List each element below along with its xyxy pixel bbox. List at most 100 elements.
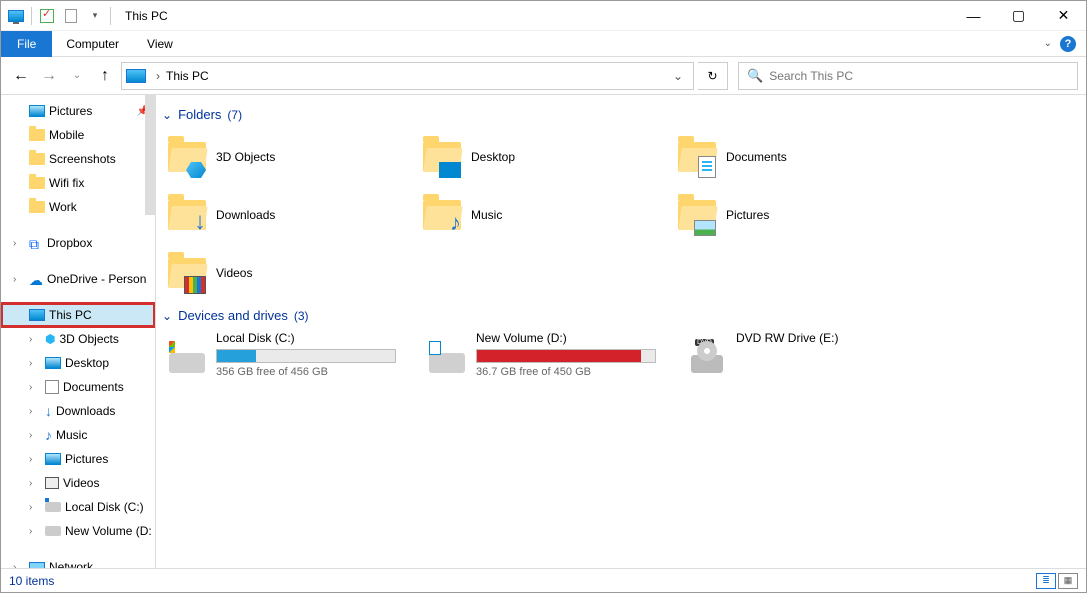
- folder-icon: [29, 177, 45, 189]
- search-input[interactable]: 🔍 Search This PC: [738, 62, 1078, 90]
- titlebar: ▾ This PC — ▢ ✕: [1, 1, 1086, 31]
- tree-item-mobile[interactable]: Mobile: [1, 123, 155, 147]
- expander-icon[interactable]: ›: [29, 358, 41, 369]
- expander-icon[interactable]: ›: [13, 562, 25, 569]
- tree-item-localdisk[interactable]: ›Local Disk (C:): [1, 495, 155, 519]
- address-bar[interactable]: › This PC ⌄: [121, 62, 694, 90]
- group-header-folders[interactable]: ⌄ Folders (7): [160, 101, 1076, 128]
- tree-item-dropbox[interactable]: ›⧉Dropbox: [1, 231, 155, 255]
- folder-item-pictures[interactable]: Pictures: [670, 186, 925, 244]
- refresh-button[interactable]: ↻: [698, 62, 728, 90]
- expander-icon[interactable]: ›: [29, 382, 41, 393]
- view-details-button[interactable]: ≣: [1036, 573, 1056, 589]
- expander-icon[interactable]: ›: [29, 430, 41, 441]
- video-icon: [184, 276, 206, 294]
- qat-properties-button[interactable]: [36, 5, 58, 27]
- qat-dropdown-button[interactable]: ▾: [84, 5, 106, 27]
- checkbox-icon: [40, 9, 54, 23]
- separator: [110, 7, 111, 25]
- expander-icon[interactable]: ›: [13, 274, 25, 285]
- close-button[interactable]: ✕: [1041, 1, 1086, 31]
- hdd-icon: [429, 353, 465, 373]
- document-icon: [45, 380, 59, 394]
- tree-item-pictures2[interactable]: ›Pictures: [1, 447, 155, 471]
- tree-item-newvolume[interactable]: ›New Volume (D:: [1, 519, 155, 543]
- hdd-icon: [169, 353, 205, 373]
- search-placeholder: Search This PC: [769, 69, 853, 83]
- expander-icon[interactable]: ›: [13, 238, 25, 249]
- video-icon: [45, 477, 59, 489]
- nav-up-button[interactable]: ↑: [93, 64, 117, 88]
- dropbox-icon: ⧉: [29, 236, 43, 250]
- 3d-icon: ⬢: [45, 332, 55, 346]
- chevron-right-icon[interactable]: ›: [150, 69, 166, 83]
- expander-icon[interactable]: ›: [29, 502, 41, 513]
- qat-new-button[interactable]: [60, 5, 82, 27]
- ribbon-tab-view[interactable]: View: [133, 31, 187, 57]
- window-title: This PC: [117, 9, 176, 23]
- tree-item-work[interactable]: Work: [1, 195, 155, 219]
- drives-grid: Local Disk (C:) 356 GB free of 456 GB Ne…: [160, 329, 1076, 380]
- folders-grid: 3D Objects Desktop Documents ↓Downloads …: [160, 128, 1076, 302]
- maximize-button[interactable]: ▢: [996, 1, 1041, 31]
- help-icon[interactable]: ?: [1060, 36, 1076, 52]
- folder-item-3dobjects[interactable]: 3D Objects: [160, 128, 415, 186]
- tree-item-videos[interactable]: ›Videos: [1, 471, 155, 495]
- expand-ribbon-button[interactable]: ⌄: [1044, 38, 1052, 49]
- tree-item-screenshots[interactable]: Screenshots: [1, 147, 155, 171]
- tree-item-pictures[interactable]: Pictures📌: [1, 99, 155, 123]
- nav-recent-dropdown[interactable]: ⌄: [65, 64, 89, 88]
- drive-item-c[interactable]: Local Disk (C:) 356 GB free of 456 GB: [160, 329, 420, 380]
- thispc-icon: [126, 69, 146, 83]
- tree-item-thispc[interactable]: ⌄This PC: [1, 303, 155, 327]
- pictures-icon: [29, 105, 45, 117]
- folder-item-music[interactable]: ♪Music: [415, 186, 670, 244]
- disk-icon: [45, 502, 61, 512]
- tree-item-onedrive[interactable]: ›☁OneDrive - Person: [1, 267, 155, 291]
- folder-item-documents[interactable]: Documents: [670, 128, 925, 186]
- minimize-button[interactable]: —: [951, 1, 996, 31]
- navigation-tree[interactable]: Pictures📌 Mobile Screenshots Wifi fix Wo…: [1, 95, 156, 568]
- folder-item-desktop[interactable]: Desktop: [415, 128, 670, 186]
- document-icon: [698, 156, 716, 178]
- expander-icon[interactable]: ›: [29, 526, 41, 537]
- drive-item-dvd[interactable]: DVD DVD RW Drive (E:): [680, 329, 940, 380]
- qat-app-icon[interactable]: [5, 5, 27, 27]
- tree-item-desktop[interactable]: ›Desktop: [1, 351, 155, 375]
- content-pane[interactable]: ⌄ Folders (7) 3D Objects Desktop Documen…: [156, 95, 1086, 568]
- drive-item-d[interactable]: New Volume (D:) 36.7 GB free of 450 GB: [420, 329, 680, 380]
- status-item-count: 10 items: [9, 574, 54, 588]
- tree-item-wififix[interactable]: Wifi fix: [1, 171, 155, 195]
- tree-item-music[interactable]: ›♪Music: [1, 423, 155, 447]
- view-large-button[interactable]: ▦: [1058, 573, 1078, 589]
- onedrive-icon: ☁: [29, 272, 43, 286]
- group-header-devices[interactable]: ⌄ Devices and drives (3): [160, 302, 1076, 329]
- music-icon: ♪: [45, 427, 52, 443]
- separator: [31, 7, 32, 25]
- address-history-dropdown[interactable]: ⌄: [667, 69, 689, 83]
- ribbon-tab-computer[interactable]: Computer: [52, 31, 133, 57]
- tree-item-documents[interactable]: ›Documents: [1, 375, 155, 399]
- ribbon-tabs: File Computer View ⌄ ?: [1, 31, 1086, 57]
- expander-icon[interactable]: ›: [29, 454, 41, 465]
- folder-item-downloads[interactable]: ↓Downloads: [160, 186, 415, 244]
- folder-icon: [29, 129, 45, 141]
- chevron-down-icon: ⌄: [162, 108, 172, 122]
- drive-usage-bar: [476, 349, 656, 363]
- nav-back-button[interactable]: ←: [9, 64, 33, 88]
- folder-icon: [29, 153, 45, 165]
- network-icon: [29, 562, 45, 569]
- nav-forward-button[interactable]: →: [37, 64, 61, 88]
- expander-icon[interactable]: ›: [29, 478, 41, 489]
- expander-icon[interactable]: ›: [29, 334, 41, 345]
- expander-icon[interactable]: ›: [29, 406, 41, 417]
- ribbon-file-tab[interactable]: File: [1, 31, 52, 57]
- tree-item-3dobjects[interactable]: ›⬢3D Objects: [1, 327, 155, 351]
- tree-item-downloads[interactable]: ›↓Downloads: [1, 399, 155, 423]
- tree-item-network[interactable]: ›Network: [1, 555, 155, 568]
- scrollbar-thumb[interactable]: [145, 95, 155, 215]
- navigation-bar: ← → ⌄ ↑ › This PC ⌄ ↻ 🔍 Search This PC: [1, 57, 1086, 95]
- folder-item-videos[interactable]: Videos: [160, 244, 415, 302]
- status-bar: 10 items ≣ ▦: [1, 568, 1086, 592]
- download-icon: ↓: [45, 403, 52, 419]
